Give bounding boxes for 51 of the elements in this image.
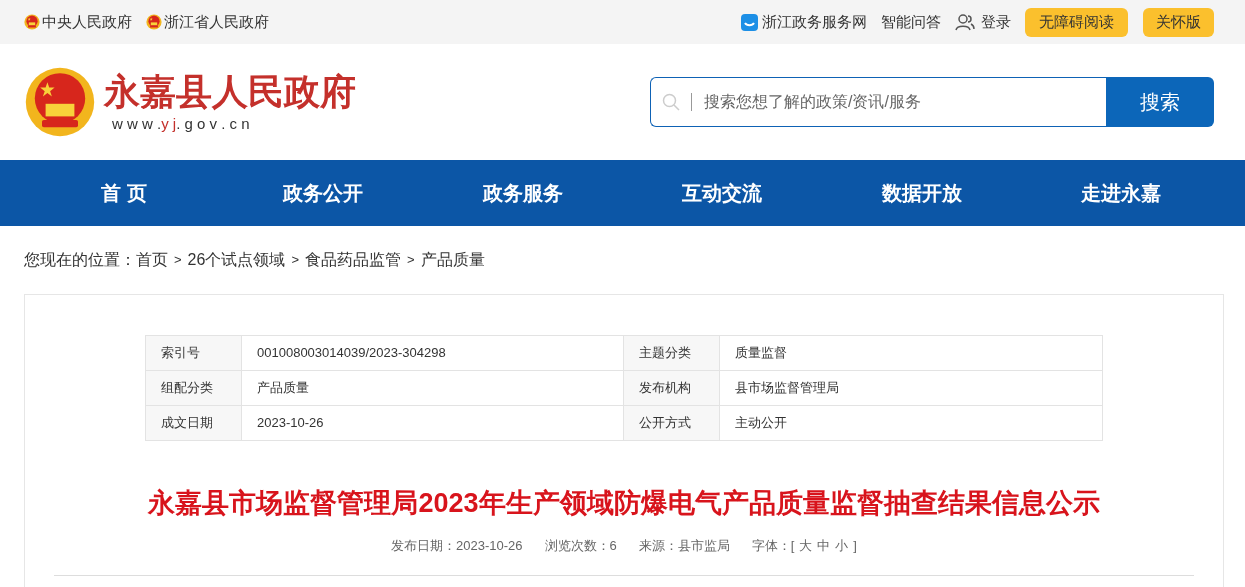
- font-size-link[interactable]: 中: [817, 535, 831, 555]
- table-cell: 主动公开: [719, 405, 1103, 441]
- table-cell: 产品质量: [241, 370, 624, 406]
- font-size-bracket: ]: [853, 536, 857, 555]
- table-cell: 成文日期: [145, 405, 242, 441]
- article-title: 永嘉县市场监督管理局2023年生产领域防爆电气产品质量监督抽查结果信息公示: [148, 487, 1100, 520]
- breadcrumb-link[interactable]: 26个试点领域: [187, 248, 286, 272]
- breadcrumb-label: 您现在的位置：: [24, 250, 136, 270]
- user-icon: [955, 13, 975, 31]
- search-icon: [662, 93, 680, 111]
- nav-item[interactable]: 走进永嘉: [1021, 178, 1221, 208]
- qa-link[interactable]: 智能问答: [881, 10, 941, 34]
- top-link[interactable]: 浙江省人民政府: [146, 10, 269, 34]
- search-button[interactable]: 搜索: [1106, 77, 1214, 127]
- search-field[interactable]: 搜索您想了解的政策/资讯/服务: [650, 77, 1106, 127]
- table-cell: 索引号: [145, 335, 242, 371]
- service-link[interactable]: 浙江政务服务网: [741, 10, 867, 34]
- article-meta: 浏览次数：6: [544, 536, 617, 555]
- nav-item[interactable]: 首 页: [24, 178, 224, 208]
- table-cell: 县市场监督管理局: [719, 370, 1103, 406]
- breadcrumb-separator: >: [174, 251, 182, 270]
- breadcrumb-link[interactable]: 首页: [136, 248, 168, 272]
- emblem-icon: [24, 14, 40, 30]
- article-meta: 发布日期：2023-10-26: [391, 536, 523, 555]
- site-title: 永嘉县人民政府: [104, 68, 356, 113]
- top-link[interactable]: 中央人民政府: [24, 10, 132, 34]
- article-meta: 来源：县市监局: [638, 536, 730, 555]
- table-cell: 2023-10-26: [241, 405, 624, 441]
- emblem-icon: [146, 14, 162, 30]
- font-size-link[interactable]: 小: [835, 535, 849, 555]
- nav-item[interactable]: 互动交流: [622, 178, 822, 208]
- breadcrumb-separator: >: [291, 251, 299, 270]
- table-cell: 公开方式: [623, 405, 720, 441]
- table-cell: 组配分类: [145, 370, 242, 406]
- breadcrumb-separator: >: [407, 251, 415, 270]
- table-cell: 主题分类: [623, 335, 720, 371]
- app-icon: [741, 13, 758, 31]
- font-size-link[interactable]: 大: [799, 535, 813, 555]
- mode-button[interactable]: 关怀版: [1143, 7, 1214, 37]
- nav-item[interactable]: 政务服务: [423, 178, 623, 208]
- table-cell: 001008003014039/2023-304298: [241, 335, 624, 371]
- nav-item[interactable]: 数据开放: [822, 178, 1022, 208]
- table-cell: 质量监督: [719, 335, 1103, 371]
- font-size-label: 字体：[: [751, 536, 795, 555]
- login-link[interactable]: 登录: [955, 10, 1011, 34]
- nav-item[interactable]: 政务公开: [223, 178, 423, 208]
- mode-button[interactable]: 无障碍阅读: [1025, 7, 1128, 37]
- breadcrumb-link[interactable]: 食品药品监管: [305, 248, 401, 272]
- table-cell: 发布机构: [623, 370, 720, 406]
- breadcrumb-link[interactable]: 产品质量: [420, 248, 485, 272]
- site-domain: w w w .y j. g o v . c n: [111, 113, 251, 134]
